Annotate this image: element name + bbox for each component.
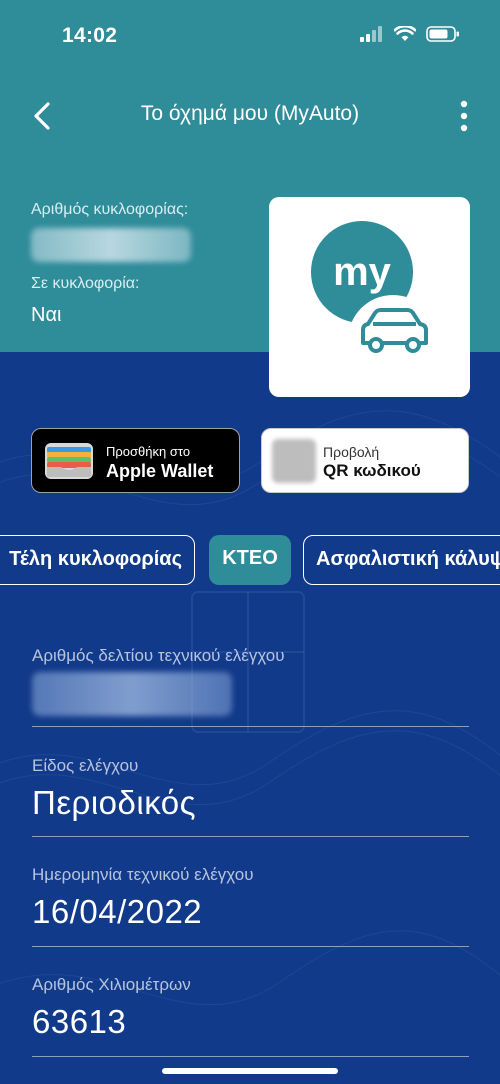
qr-button-small-text: Προβολή xyxy=(323,444,380,460)
wallet-button-label: Apple Wallet xyxy=(106,461,214,481)
divider xyxy=(32,1056,469,1057)
status-time: 14:02 xyxy=(62,24,118,47)
certificate-number-redacted xyxy=(32,672,232,716)
qr-button-label: QR κωδικού xyxy=(323,461,421,480)
divider xyxy=(32,726,469,727)
certificate-number-label: Αριθμός δελτίου τεχνικού ελέγχου xyxy=(32,646,285,665)
in-circulation-value: Ναι xyxy=(31,304,62,326)
add-to-apple-wallet-button[interactable]: Προσθήκη στο Apple Wallet xyxy=(31,428,240,493)
check-type-value: Περιοδικός xyxy=(32,784,197,821)
wifi-icon xyxy=(394,26,416,41)
divider xyxy=(32,946,469,947)
logo-text: my xyxy=(333,250,392,294)
registration-label: Αριθμός κυκλοφορίας: xyxy=(31,201,189,218)
wallet-icon xyxy=(45,443,93,479)
tab-kteo[interactable]: ΚΤΕΟ xyxy=(209,535,291,585)
km-label: Αριθμός Χιλιομέτρων xyxy=(32,975,191,994)
divider xyxy=(32,836,469,837)
check-date-value: 16/04/2022 xyxy=(32,893,203,930)
tab-circulation-fees[interactable]: Τέλη κυκλοφορίας xyxy=(0,535,195,585)
wallet-button-small-text: Προσθήκη στο xyxy=(106,444,191,459)
battery-icon xyxy=(426,26,459,42)
check-date-label: Ημερομηνία τεχνικού ελέγχου xyxy=(32,865,254,884)
in-circulation-label: Σε κυκλοφορία: xyxy=(31,275,140,292)
qr-code-icon xyxy=(272,439,316,483)
myauto-logo-card: my xyxy=(269,197,470,397)
tab-insurance[interactable]: Ασφαλιστική κάλυψη xyxy=(303,535,500,585)
status-icons xyxy=(360,26,460,42)
check-type-label: Είδος ελέγχου xyxy=(32,756,139,775)
more-vertical-icon xyxy=(460,100,468,132)
myauto-logo: my xyxy=(311,221,438,385)
registration-value-redacted xyxy=(31,228,191,262)
more-options-button[interactable] xyxy=(456,98,472,134)
signal-icon xyxy=(360,26,382,42)
home-indicator[interactable] xyxy=(162,1068,338,1074)
km-value: 63613 xyxy=(32,1003,127,1040)
page-title: Το όχημά μου (MyAuto) xyxy=(140,102,360,125)
show-qr-code-button[interactable]: Προβολή QR κωδικού xyxy=(261,428,469,493)
